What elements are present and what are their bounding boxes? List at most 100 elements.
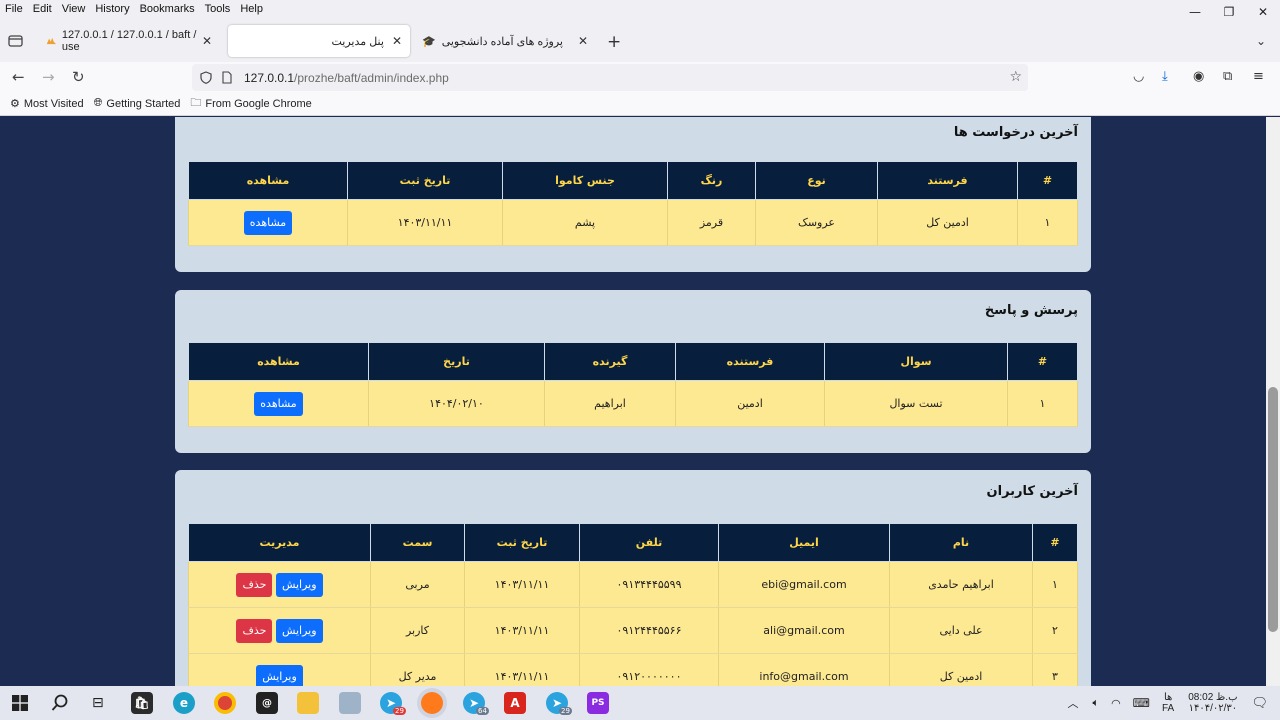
close-tab-icon[interactable]: ✕ (202, 34, 212, 48)
acrobat-icon[interactable]: A (504, 692, 526, 714)
cell-phone: ۰۹۱۳۴۴۴۵۵۹۹ (579, 561, 719, 608)
cell-sender: ادمین کل (877, 199, 1018, 246)
cell-num: ۱ (1017, 199, 1078, 246)
card-title: آخرین درخواست ها (953, 125, 1078, 140)
col-header: # (1017, 161, 1078, 200)
bookmark-from-google-chrome[interactable]: 🗀 From Google Chrome (190, 94, 311, 113)
clock-time: ب.ظ 08:02 (1188, 692, 1238, 703)
bookmark-most-visited[interactable]: ⚙ Most Visited (10, 97, 84, 111)
notepad-icon[interactable] (339, 692, 361, 714)
table-row: ۱ ابراهیم حامدی ebi@gmail.com ۰۹۱۳۴۴۴۵۵۹… (188, 561, 1078, 608)
view-button[interactable]: مشاهده (243, 210, 293, 235)
table-row: ۳ ادمین کل info@gmail.com ۰۹۱۲۰۰۰۰۰۰۰ ۱۴… (188, 653, 1078, 686)
view-button[interactable]: مشاهده (254, 391, 303, 416)
cell-type: عروسک (755, 199, 878, 246)
task-view-icon[interactable]: ⊟ (92, 695, 104, 711)
col-header: رنگ (667, 161, 756, 200)
tab-phpmyadmin[interactable]: 127.0.0.1 / 127.0.0.1 / baft / use ✕ (38, 25, 220, 57)
cell-num: ۳ (1032, 653, 1078, 686)
search-icon[interactable] (51, 694, 69, 712)
menu-bookmarks[interactable]: Bookmarks (135, 3, 200, 15)
delete-button[interactable]: حذف (236, 618, 273, 643)
cell-role: کاربر (370, 607, 465, 654)
volume-icon[interactable]: 🔈︎ (1092, 696, 1099, 710)
cell-actions: مشاهده (188, 380, 369, 427)
language-indicator[interactable]: ها FA (1162, 692, 1174, 714)
qa-table: # سوال فرستنده گیرنده تاریخ مشاهده ۱ تست… (188, 342, 1078, 427)
app-icon[interactable]: @ (256, 692, 278, 714)
chevron-down-icon[interactable]: ⌄ (1256, 34, 1266, 48)
url-host: 127.0.0.1 (244, 70, 295, 85)
col-header: جنس کاموا (502, 161, 668, 200)
menu-view[interactable]: View (57, 3, 91, 15)
reload-icon[interactable]: ↻ (72, 68, 85, 86)
forward-icon[interactable]: → (42, 68, 55, 86)
tab-list-icon[interactable] (7, 34, 25, 48)
file-explorer-icon[interactable] (297, 692, 319, 714)
download-icon[interactable]: ⤓ (1162, 69, 1168, 84)
col-header: فرستنده (675, 342, 825, 381)
cell-num: ۲ (1032, 607, 1078, 654)
back-icon[interactable]: ← (12, 68, 25, 86)
menu-tools[interactable]: Tools (200, 3, 236, 15)
account-icon[interactable]: ◉ (1193, 69, 1204, 84)
firefox-icon[interactable] (421, 692, 443, 714)
col-header: فرستند (877, 161, 1018, 200)
gear-icon: ⚙ (10, 98, 20, 110)
menu-bar: File Edit View History Bookmarks Tools H… (0, 0, 1280, 17)
menu-file[interactable]: File (0, 3, 28, 15)
tab-title: پنل مدیریت (331, 35, 384, 48)
wifi-icon[interactable]: ◠ (1111, 697, 1121, 710)
scrollbar-thumb[interactable] (1268, 387, 1278, 632)
notification-center-icon[interactable]: 🗨︎ (1251, 696, 1268, 711)
graduation-cap-icon: 🎓 (422, 35, 436, 48)
new-tab-icon[interactable]: + (607, 32, 621, 52)
edit-button[interactable]: ویرایش (275, 618, 323, 643)
url-path: /prozhe/baft/admin/index.php (294, 70, 449, 85)
edit-button[interactable]: ویرایش (275, 572, 323, 597)
col-header: تاریخ (368, 342, 545, 381)
tab-student-projects[interactable]: 🎓 پروژه های آماده دانشجویی ✕ (414, 25, 596, 57)
system-tray: ︿ 🔈︎ ◠ ⌨ ها FA ب.ظ 08:02 ۱۴۰۴/۰۲/۳۰ 🗨︎ (1067, 686, 1280, 720)
latest-requests-card: آخرین درخواست ها # فرستند نوع رنگ جنس کا… (175, 117, 1091, 272)
menu-history[interactable]: History (90, 3, 134, 15)
folder-icon: 🗀 (190, 97, 202, 109)
cell-actions: ویرایش (188, 653, 371, 686)
chrome-icon[interactable] (214, 692, 236, 714)
cell-actions: مشاهده (188, 199, 348, 246)
latest-users-card: آخرین کاربران # نام ایمیل تلفن تاریخ ثبت… (175, 470, 1091, 686)
tab-bar: 127.0.0.1 / 127.0.0.1 / baft / use ✕ پنل… (0, 17, 1280, 64)
cell-email: ali@gmail.com (718, 607, 890, 654)
close-tab-icon[interactable]: ✕ (392, 34, 402, 48)
store-icon[interactable]: 🛍︎ (131, 692, 153, 714)
menu-icon[interactable]: ≡ (1253, 69, 1264, 84)
col-header: نوع (755, 161, 878, 200)
cell-receiver: ابراهیم (544, 380, 676, 427)
bookmark-label: Getting Started (106, 97, 181, 110)
chevron-up-icon[interactable]: ︿ (1067, 695, 1078, 711)
menu-edit[interactable]: Edit (28, 3, 57, 15)
cell-actions: ویرایش حذف (188, 561, 371, 608)
cell-email: info@gmail.com (718, 653, 890, 686)
page-scrollbar[interactable] (1266, 117, 1280, 686)
tab-admin-panel[interactable]: پنل مدیریت ✕ (228, 25, 410, 57)
url-bar[interactable]: 127.0.0.1/prozhe/baft/admin/index.php ☆ (192, 64, 1028, 91)
col-header: مشاهده (188, 342, 369, 381)
extensions-icon[interactable]: ⧉ (1223, 69, 1232, 84)
clock[interactable]: ب.ظ 08:02 ۱۴۰۴/۰۲/۳۰ (1188, 692, 1237, 714)
table-row: ۱ تست سوال ادمین ابراهیم ۱۴۰۴/۰۲/۱۰ مشاه… (188, 380, 1078, 427)
pocket-icon[interactable]: ◡ (1133, 69, 1144, 84)
col-header: سوال (824, 342, 1008, 381)
delete-button[interactable]: حذف (236, 572, 273, 597)
notification-badge: 64 (476, 707, 489, 715)
keyboard-icon[interactable]: ⌨ (1133, 696, 1150, 710)
menu-help[interactable]: Help (235, 3, 268, 15)
bookmark-getting-started[interactable]: 🌐︎ Getting Started (94, 97, 181, 110)
table-row: ۱ ادمین کل عروسک قرمز پشم ۱۴۰۳/۱۱/۱۱ مشا… (188, 199, 1078, 246)
windows-start-icon[interactable] (12, 695, 28, 711)
star-icon[interactable]: ☆ (1009, 69, 1022, 85)
phpstorm-icon[interactable]: PS (587, 692, 609, 714)
edit-button[interactable]: ویرایش (256, 664, 303, 686)
edge-icon[interactable]: e (173, 692, 195, 714)
close-tab-icon[interactable]: ✕ (578, 34, 588, 48)
